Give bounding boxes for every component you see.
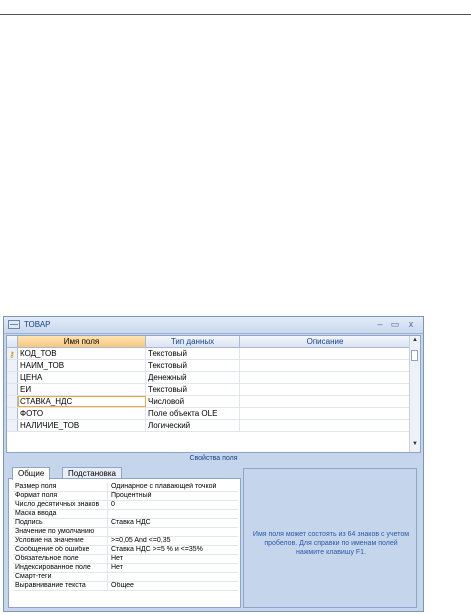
property-label: Условие на значение — [13, 537, 108, 545]
table-row[interactable]: НАЛИЧИЕ_ТОВ Логический — [7, 420, 411, 432]
description-cell[interactable] — [240, 396, 411, 407]
data-type-cell[interactable]: Текстовый — [146, 348, 240, 359]
maximize-button[interactable]: ▭ — [389, 319, 401, 330]
table-row[interactable]: ФОТО Поле объекта OLE — [7, 408, 411, 420]
property-label: Смарт-теги — [13, 573, 108, 581]
row-selector[interactable]: ⚷ — [7, 348, 18, 359]
property-row[interactable]: Подпись Ставка НДС — [13, 519, 238, 528]
data-type-cell[interactable]: Текстовый — [146, 360, 240, 371]
property-label: Подпись — [13, 519, 108, 527]
data-type-cell[interactable]: Денежный — [146, 372, 240, 383]
field-name-cell[interactable]: НАЛИЧИЕ_ТОВ — [18, 420, 146, 431]
property-value[interactable]: Нет — [109, 564, 238, 572]
column-header-data-type[interactable]: Тип данных — [146, 336, 240, 348]
help-panel: Имя поля может состоять из 64 знаков с у… — [243, 468, 417, 608]
description-cell[interactable] — [240, 420, 411, 431]
scroll-up-icon[interactable]: ▲ — [411, 337, 419, 343]
description-cell[interactable] — [240, 408, 411, 419]
property-row[interactable]: Маска ввода — [13, 510, 238, 519]
table-icon — [8, 320, 20, 329]
property-row[interactable]: Обязательное поле Нет — [13, 555, 238, 564]
field-properties-pane: Общие Подстановка Размер поля Одинарное с… — [8, 467, 241, 608]
row-selector[interactable] — [7, 396, 18, 407]
table-row[interactable]: ⚷ КОД_ТОВ Текстовый — [7, 348, 411, 360]
property-value[interactable] — [109, 528, 238, 536]
field-name-cell[interactable]: ФОТО — [18, 408, 146, 419]
table-design-window: ТОВАР – ▭ x Имя поля Тип данных Описание… — [3, 316, 424, 612]
property-row[interactable]: Выравнивание текста Общее — [13, 582, 238, 591]
field-name-cell[interactable]: НАИМ_ТОВ — [18, 360, 146, 371]
property-label: Значение по умолчанию — [13, 528, 108, 536]
property-label: Формат поля — [13, 492, 108, 500]
key-icon: ⚷ — [9, 350, 15, 359]
title-bar: ТОВАР – ▭ x — [4, 317, 423, 334]
data-type-cell[interactable]: Числовой — [146, 396, 240, 407]
row-selector[interactable] — [7, 420, 18, 431]
property-row[interactable]: Сообщение об ошибке Ставка НДС >=5 % и <=… — [13, 546, 238, 555]
property-label: Сообщение об ошибке — [13, 546, 108, 554]
description-cell[interactable] — [240, 384, 411, 395]
field-properties-title: Свойства поля — [189, 455, 238, 462]
property-value[interactable]: Нет — [109, 555, 238, 563]
property-row[interactable]: Размер поля Одинарное с плавающей точкой — [13, 483, 238, 492]
window-title: ТОВАР — [24, 320, 51, 329]
scroll-down-icon[interactable]: ▼ — [411, 441, 419, 447]
vertical-scrollbar[interactable]: ▲ ▼ — [409, 336, 420, 452]
row-selector[interactable] — [7, 384, 18, 395]
property-label: Маска ввода — [13, 510, 108, 518]
property-value[interactable]: >=0,05 And <=0,35 — [109, 537, 238, 545]
property-value[interactable]: Одинарное с плавающей точкой — [109, 483, 238, 491]
property-row[interactable]: Смарт-теги — [13, 573, 238, 582]
property-label: Обязательное поле — [13, 555, 108, 563]
property-value[interactable]: Ставка НДС >=5 % и <=35% — [109, 546, 238, 554]
property-row[interactable]: Условие на значение >=0,05 And <=0,35 — [13, 537, 238, 546]
data-type-cell[interactable]: Логический — [146, 420, 240, 431]
property-value[interactable]: Процентный — [109, 492, 238, 500]
row-selector[interactable] — [7, 372, 18, 383]
row-selector[interactable] — [7, 360, 18, 371]
table-row[interactable]: ЕИ Текстовый — [7, 384, 411, 396]
column-header-description[interactable]: Описание — [240, 336, 411, 348]
field-name-cell[interactable]: ЦЕНА — [18, 372, 146, 383]
minimize-button[interactable]: – — [374, 319, 386, 330]
property-label: Число десятичных знаков — [13, 501, 108, 509]
scroll-thumb[interactable] — [411, 350, 418, 361]
property-value[interactable]: Ставка НДС — [109, 519, 238, 527]
property-value[interactable] — [109, 510, 238, 518]
property-label: Размер поля — [13, 483, 108, 491]
property-label: Индексированное поле — [13, 564, 108, 572]
description-cell[interactable] — [240, 360, 411, 371]
description-cell[interactable] — [240, 372, 411, 383]
column-header-field-name[interactable]: Имя поля — [18, 336, 146, 348]
row-selector[interactable] — [7, 408, 18, 419]
grid-header: Имя поля Тип данных Описание — [7, 336, 411, 348]
tab-general[interactable]: Общие — [12, 467, 51, 480]
property-label: Выравнивание текста — [13, 582, 108, 590]
close-button[interactable]: x — [405, 319, 417, 330]
table-row[interactable]: ЦЕНА Денежный — [7, 372, 411, 384]
properties-list: Размер поля Одинарное с плавающей точкой … — [8, 478, 241, 608]
property-value[interactable] — [109, 573, 238, 581]
property-row[interactable]: Значение по умолчанию — [13, 528, 238, 537]
property-value[interactable]: 0 — [109, 501, 238, 509]
property-value[interactable]: Общее — [109, 582, 238, 590]
description-cell[interactable] — [240, 348, 411, 359]
field-name-cell[interactable]: ЕИ — [18, 384, 146, 395]
property-row[interactable]: Формат поля Процентный — [13, 492, 238, 501]
field-grid: Имя поля Тип данных Описание ⚷ КОД_ТОВ Т… — [6, 335, 421, 453]
data-type-cell[interactable]: Текстовый — [146, 384, 240, 395]
table-row[interactable]: СТАВКА_НДС Числовой — [7, 396, 411, 408]
field-name-cell[interactable]: СТАВКА_НДС — [18, 396, 146, 407]
property-row[interactable]: Индексированное поле Нет — [13, 564, 238, 573]
data-type-cell[interactable]: Поле объекта OLE — [146, 408, 240, 419]
field-name-cell[interactable]: КОД_ТОВ — [18, 348, 146, 359]
help-text: Имя поля может состоять из 64 знаков с у… — [252, 531, 410, 556]
table-row[interactable]: НАИМ_ТОВ Текстовый — [7, 360, 411, 372]
property-row[interactable]: Число десятичных знаков 0 — [13, 501, 238, 510]
row-selector-header[interactable] — [7, 336, 18, 348]
top-divider — [0, 14, 471, 15]
